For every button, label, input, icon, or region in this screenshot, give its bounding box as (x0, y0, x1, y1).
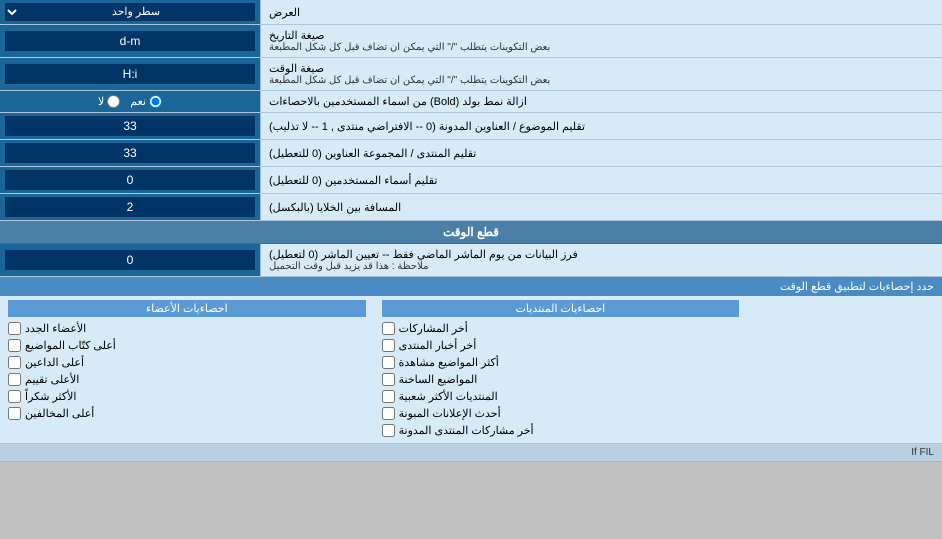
checkbox-members-2-input[interactable] (8, 356, 21, 369)
display-select[interactable]: سطر واحدسطرينثلاثة أسطر (5, 3, 255, 21)
time-cut-row: فرز البيانات من يوم الماشر الماضي فقط --… (0, 244, 942, 277)
time-cut-input[interactable] (5, 250, 255, 270)
topics-titles-input[interactable] (5, 116, 255, 136)
checkbox-members-3-input[interactable] (8, 373, 21, 386)
checkbox-forum-4: المنتديات الأكثر شعبية (382, 388, 740, 405)
checkbox-forum-1: أخر أخبار المنتدى (382, 337, 740, 354)
time-format-input-cell (0, 58, 260, 90)
checkbox-forum-3-input[interactable] (382, 373, 395, 386)
date-format-label: صيغة التاريخ بعض التكوينات يتطلب "/" الت… (260, 25, 942, 57)
bold-row: ازالة نمط بولد (Bold) من اسماء المستخدمي… (0, 91, 942, 113)
main-container: العرض سطر واحدسطرينثلاثة أسطر صيغة التار… (0, 0, 942, 462)
bold-no-label[interactable]: لا (98, 95, 120, 108)
bold-label: ازالة نمط بولد (Bold) من اسماء المستخدمي… (260, 91, 942, 112)
checkbox-col-empty (747, 296, 942, 443)
display-label: العرض (260, 0, 942, 24)
checkbox-forum-5-input[interactable] (382, 407, 395, 420)
checkbox-members-1-input[interactable] (8, 339, 21, 352)
usernames-row: تقليم أسماء المستخدمين (0 للتعطيل) (0, 167, 942, 194)
checkbox-forum-0-input[interactable] (382, 322, 395, 335)
forum-col-header: احصاءيات المنتديات (382, 300, 740, 317)
checkbox-members-5: أعلى المخالفين (8, 405, 366, 422)
forum-titles-row: تقليم المنتدى / المجموعة العناوين (0 للت… (0, 140, 942, 167)
checkbox-forum-5: أحدث الإعلانات المبونة (382, 405, 740, 422)
checkbox-forum-1-input[interactable] (382, 339, 395, 352)
checkbox-forum-0: أخر المشاركات (382, 320, 740, 337)
display-select-cell: سطر واحدسطرينثلاثة أسطر (0, 0, 260, 24)
time-cut-input-cell (0, 244, 260, 276)
usernames-input[interactable] (5, 170, 255, 190)
checkbox-members-4-input[interactable] (8, 390, 21, 403)
checkbox-members-4: الأكثر شكراً (8, 388, 366, 405)
cell-spacing-input[interactable] (5, 197, 255, 217)
display-row: العرض سطر واحدسطرينثلاثة أسطر (0, 0, 942, 25)
topics-titles-row: تقليم الموضوع / العناوين المدونة (0 -- ا… (0, 113, 942, 140)
forum-titles-input[interactable] (5, 143, 255, 163)
checkbox-forum-2-input[interactable] (382, 356, 395, 369)
checkbox-forum-4-input[interactable] (382, 390, 395, 403)
bold-radio-cell: نعم لا (0, 91, 260, 112)
cell-spacing-input-cell (0, 194, 260, 220)
checkbox-col-forum: احصاءيات المنتديات أخر المشاركات أخر أخب… (374, 296, 748, 443)
checkboxes-grid: احصاءيات المنتديات أخر المشاركات أخر أخب… (0, 296, 942, 443)
topics-titles-input-cell (0, 113, 260, 139)
checkbox-members-5-input[interactable] (8, 407, 21, 420)
cell-spacing-row: المسافة بين الخلايا (بالبكسل) (0, 194, 942, 221)
checkbox-members-1: أعلى كتّاب المواضيع (8, 337, 366, 354)
checkboxes-header: حدد إحصاءيات لتطبيق قطع الوقت (0, 277, 942, 296)
checkbox-forum-3: المواضيع الساخنة (382, 371, 740, 388)
bold-no-radio[interactable] (107, 95, 120, 108)
cell-spacing-label: المسافة بين الخلايا (بالبكسل) (260, 194, 942, 220)
bold-yes-radio[interactable] (149, 95, 162, 108)
checkbox-members-0-input[interactable] (8, 322, 21, 335)
members-col-header: احصاءيات الأعضاء (8, 300, 366, 317)
forum-titles-input-cell (0, 140, 260, 166)
date-format-row: صيغة التاريخ بعض التكوينات يتطلب "/" الت… (0, 25, 942, 58)
time-cut-label: فرز البيانات من يوم الماشر الماضي فقط --… (260, 244, 942, 276)
forum-titles-label: تقليم المنتدى / المجموعة العناوين (0 للت… (260, 140, 942, 166)
checkbox-members-2: أعلى الداعين (8, 354, 366, 371)
if-fil-text: If FIL (911, 447, 934, 458)
checkbox-forum-6: أخر مشاركات المنتدى المدونة (382, 422, 740, 439)
time-format-row: صيغة الوقت بعض التكوينات يتطلب "/" التي … (0, 58, 942, 91)
date-format-input-cell (0, 25, 260, 57)
bold-yes-label[interactable]: نعم (130, 95, 162, 108)
time-cut-header: قطع الوقت (0, 221, 942, 244)
if-fil-bar: If FIL (0, 444, 942, 462)
time-format-input[interactable] (5, 64, 255, 84)
date-format-input[interactable] (5, 31, 255, 51)
usernames-label: تقليم أسماء المستخدمين (0 للتعطيل) (260, 167, 942, 193)
checkbox-members-0: الأعضاء الجدد (8, 320, 366, 337)
checkbox-forum-6-input[interactable] (382, 424, 395, 437)
checkbox-members-3: الأعلى تقييم (8, 371, 366, 388)
checkbox-forum-2: أكثر المواضيع مشاهدة (382, 354, 740, 371)
usernames-input-cell (0, 167, 260, 193)
time-format-label: صيغة الوقت بعض التكوينات يتطلب "/" التي … (260, 58, 942, 90)
checkbox-col-members: احصاءيات الأعضاء الأعضاء الجدد أعلى كتّا… (0, 296, 374, 443)
checkboxes-section: حدد إحصاءيات لتطبيق قطع الوقت احصاءيات ا… (0, 277, 942, 444)
topics-titles-label: تقليم الموضوع / العناوين المدونة (0 -- ا… (260, 113, 942, 139)
